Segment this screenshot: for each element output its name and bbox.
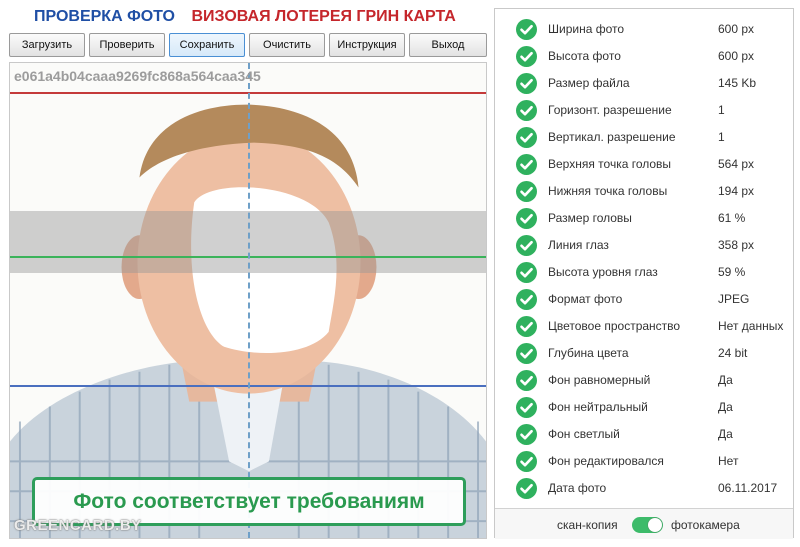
check-value: 600 px <box>718 22 755 36</box>
check-label: Верхняя точка головы <box>548 157 672 171</box>
exit-button[interactable]: Выход <box>409 33 487 57</box>
check-label: Фон равномерный <box>548 373 651 387</box>
check-circle-icon <box>516 478 537 499</box>
check-button[interactable]: Проверить <box>89 33 165 57</box>
check-value: Да <box>718 427 733 441</box>
check-circle-icon <box>516 316 537 337</box>
clear-button[interactable]: Очистить <box>249 33 325 57</box>
check-circle-icon <box>516 46 537 67</box>
watermark: GREENCARD.BY <box>14 517 142 534</box>
check-row: Размер файла 145 Kb <box>495 70 793 97</box>
camera-label: фотокамера <box>671 518 740 532</box>
check-circle-icon <box>516 235 537 256</box>
check-label: Вертикал. разрешение <box>548 130 676 144</box>
check-label: Размер головы <box>548 211 632 225</box>
check-label: Цветовое пространство <box>548 319 681 333</box>
check-value: JPEG <box>718 292 750 306</box>
check-value: 600 px <box>718 49 755 63</box>
toggle-knob <box>648 518 662 532</box>
check-circle-icon <box>516 154 537 175</box>
check-value: 194 px <box>718 184 755 198</box>
check-label: Ширина фото <box>548 22 625 36</box>
check-circle-icon <box>516 262 537 283</box>
check-row: Размер головы 61 % <box>495 205 793 232</box>
check-label: Фон нейтральный <box>548 400 648 414</box>
check-circle-icon <box>516 181 537 202</box>
check-row: Горизонт. разрешение 1 <box>495 97 793 124</box>
check-label: Горизонт. разрешение <box>548 103 672 117</box>
check-label: Дата фото <box>548 481 607 495</box>
check-value: Нет данных <box>718 319 784 333</box>
check-row: Фон светлый Да <box>495 421 793 448</box>
check-circle-icon <box>516 127 537 148</box>
photo-id: e061a4b04caaa9269fc868a564caa345 <box>14 68 261 84</box>
check-value: 1 <box>718 103 725 117</box>
check-row: Фон нейтральный Да <box>495 394 793 421</box>
check-label: Нижняя точка головы <box>548 184 668 198</box>
check-value: 06.11.2017 <box>718 481 778 495</box>
check-circle-icon <box>516 397 537 418</box>
check-row: Глубина цвета 24 bit <box>495 340 793 367</box>
check-value: 61 % <box>718 211 746 225</box>
app-title-secondary: ВИЗОВАЯ ЛОТЕРЕЯ ГРИН КАРТА <box>191 8 456 25</box>
app-title: ПРОВЕРКА ФОТО ВИЗОВАЯ ЛОТЕРЕЯ ГРИН КАРТА <box>34 8 456 26</box>
check-row: Фон равномерный Да <box>495 367 793 394</box>
check-row: Верхняя точка головы 564 px <box>495 151 793 178</box>
check-label: Фон редактировался <box>548 454 664 468</box>
check-row: Линия глаз 358 px <box>495 232 793 259</box>
check-row: Ширина фото 600 px <box>495 16 793 43</box>
check-row: Нижняя точка головы 194 px <box>495 178 793 205</box>
capture-mode-toggle[interactable] <box>632 517 663 533</box>
check-label: Формат фото <box>548 292 623 306</box>
check-row: Фон редактировался Нет <box>495 448 793 475</box>
check-circle-icon <box>516 100 537 121</box>
check-value: 24 bit <box>718 346 748 360</box>
check-label: Линия глаз <box>548 238 609 252</box>
check-circle-icon <box>516 451 537 472</box>
capture-mode-switch: скан-копия фотокамера <box>495 509 793 539</box>
check-circle-icon <box>516 343 537 364</box>
check-value: Да <box>718 400 733 414</box>
check-label: Высота фото <box>548 49 621 63</box>
check-label: Фон светлый <box>548 427 620 441</box>
check-label: Высота уровня глаз <box>548 265 658 279</box>
check-circle-icon <box>516 424 537 445</box>
check-row: Высота уровня глаз 59 % <box>495 259 793 286</box>
check-circle-icon <box>516 19 537 40</box>
checks-panel: Ширина фото 600 px Высота фото 600 px Размер… <box>494 8 794 539</box>
check-row: Вертикал. разрешение 1 <box>495 124 793 151</box>
checks-list: Ширина фото 600 px Высота фото 600 px Размер… <box>495 16 793 502</box>
toolbar: Загрузить Проверить Сохранить Очистить И… <box>9 33 487 57</box>
photo-preview: e061a4b04caaa9269fc868a564caa345 Фото со… <box>9 62 487 539</box>
check-row: Дата фото 06.11.2017 <box>495 475 793 502</box>
check-value: 564 px <box>718 157 755 171</box>
check-label: Глубина цвета <box>548 346 629 360</box>
check-row: Высота фото 600 px <box>495 43 793 70</box>
check-row: Цветовое пространство Нет данных <box>495 313 793 340</box>
check-value: 358 px <box>718 238 755 252</box>
instructions-button[interactable]: Инструкция <box>329 33 405 57</box>
check-circle-icon <box>516 370 537 391</box>
check-value: Нет <box>718 454 739 468</box>
save-button[interactable]: Сохранить <box>169 33 245 57</box>
app-title-primary: ПРОВЕРКА ФОТО <box>34 8 175 25</box>
load-button[interactable]: Загрузить <box>9 33 85 57</box>
check-circle-icon <box>516 73 537 94</box>
check-label: Размер файла <box>548 76 630 90</box>
scan-copy-label: скан-копия <box>557 518 618 532</box>
check-value: 59 % <box>718 265 746 279</box>
center-guide <box>248 63 250 538</box>
check-value: Да <box>718 373 733 387</box>
check-circle-icon <box>516 289 537 310</box>
check-value: 1 <box>718 130 725 144</box>
check-value: 145 Kb <box>718 76 757 90</box>
check-row: Формат фото JPEG <box>495 286 793 313</box>
check-circle-icon <box>516 208 537 229</box>
